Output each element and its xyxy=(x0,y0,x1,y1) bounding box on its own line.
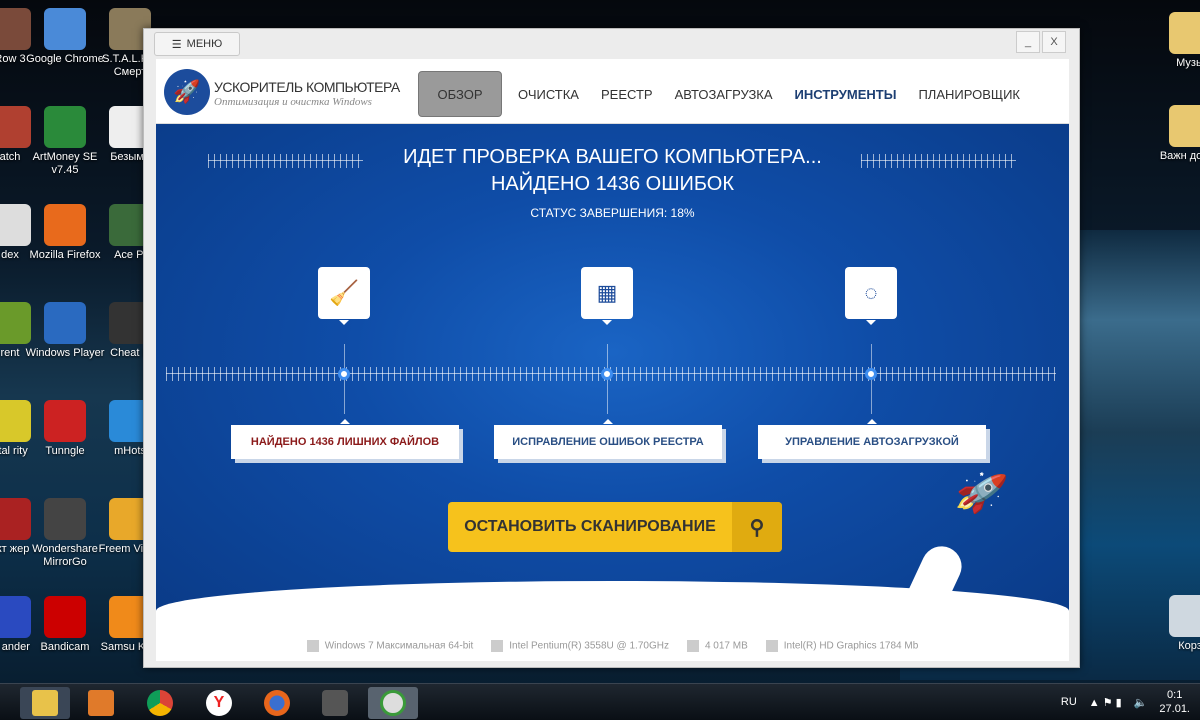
windows-icon xyxy=(306,640,319,652)
gauge-icon xyxy=(380,690,406,716)
icon-label: Ace Pl xyxy=(114,249,146,261)
icon-label: Bandicam xyxy=(40,641,90,653)
gpu-icon xyxy=(765,640,778,652)
desktop-icon-documents[interactable]: Важн докум xyxy=(1150,105,1200,163)
player-icon xyxy=(88,690,114,716)
icon-label: Корз xyxy=(1178,640,1200,652)
close-button[interactable]: X xyxy=(1042,31,1066,53)
app-icon xyxy=(44,498,86,540)
step-label-registry: ИСПРАВЛЕНИЕ ОШИБОК РЕЕСТРА xyxy=(494,419,722,459)
language-indicator[interactable]: RU xyxy=(1061,696,1077,708)
registry-icon: ▦ xyxy=(581,267,633,325)
icon-label: Музы xyxy=(1176,57,1200,69)
brand-subtitle: Оптимизация и очистка Windows xyxy=(214,96,372,108)
app-icon xyxy=(44,302,86,344)
icon-label: Tunngle xyxy=(45,445,85,457)
clock[interactable]: 0:1 27.01. xyxy=(1159,688,1190,716)
step-dot xyxy=(865,368,877,380)
system-info: Windows 7 Максимальная 64-bit Intel Pent… xyxy=(156,631,1069,661)
icon-label: ArtMoney SE v7.45 xyxy=(32,151,98,176)
ram-text: 4 017 MB xyxy=(704,640,748,652)
app-window: ☰ МЕНЮ _ X 🚀 УСКОРИТЕЛЬ КОМПЬЮТЕРА Оптими… xyxy=(143,28,1080,668)
desktop-icon-recycle-bin[interactable]: Корз xyxy=(1150,595,1200,653)
tab-registry[interactable]: РЕЕСТР xyxy=(601,87,653,102)
broom-icon: 🧹 xyxy=(318,267,370,325)
icon-label: Row 3 xyxy=(0,53,26,65)
tab-startup[interactable]: АВТОЗАГРУЗКА xyxy=(675,87,773,102)
time: 0:1 xyxy=(1167,689,1183,701)
icon-label: mHots xyxy=(114,445,146,457)
firefox-icon xyxy=(264,690,290,716)
icon-label: rent xyxy=(0,347,20,359)
taskbar-chrome[interactable] xyxy=(135,687,185,719)
stop-scan-label: ОСТАНОВИТЬ СКАНИРОВАНИЕ xyxy=(464,518,716,535)
folder-icon xyxy=(32,690,58,716)
taskbar: Y RU ▲ ⚑ ▮ 🔈 0:1 27.01. xyxy=(0,683,1200,720)
main-nav: ОБЗОР ОЧИСТКА РЕЕСТР АВТОЗАГРУЗКА ИНСТРУ… xyxy=(418,71,1042,117)
desktop-icon-music[interactable]: Музы xyxy=(1150,12,1200,70)
minimize-button[interactable]: _ xyxy=(1016,31,1040,53)
app-icon xyxy=(44,106,86,148)
errors-found: НАЙДЕНО 1436 ОШИБОК xyxy=(490,173,735,195)
network-icon[interactable]: ▲ ⚑ ▮ xyxy=(1089,696,1122,709)
cpu-text: Intel Pentium(R) 3558U @ 1.70GHz xyxy=(509,640,669,652)
date: 27.01. xyxy=(1159,703,1190,715)
taskbar-yandex[interactable]: Y xyxy=(194,687,244,719)
app-icon xyxy=(44,400,86,442)
hamburger-icon: ☰ xyxy=(171,38,182,51)
icon-label: atch xyxy=(0,151,21,163)
tab-scheduler[interactable]: ПЛАНИРОВЩИК xyxy=(918,87,1020,102)
os-text: Windows 7 Максимальная 64-bit xyxy=(324,640,474,652)
taskbar-explorer[interactable] xyxy=(20,687,70,719)
rocket-logo-icon: 🚀 xyxy=(164,69,210,115)
step-label-files: НАЙДЕНО 1436 ЛИШНИХ ФАЙЛОВ xyxy=(231,419,459,459)
app-icon xyxy=(44,596,86,638)
search-icon: ⚲ xyxy=(732,502,782,552)
icon-label: Wondershare MirrorGo xyxy=(32,543,98,568)
app-header: 🚀 УСКОРИТЕЛЬ КОМПЬЮТЕРА Оптимизация и оч… xyxy=(156,59,1069,124)
step-label-startup: УПРАВЛЕНИЕ АВТОЗАГРУЗКОЙ xyxy=(758,419,986,459)
menu-label: МЕНЮ xyxy=(186,38,223,50)
os-info: Windows 7 Максимальная 64-bit xyxy=(306,640,474,652)
tab-overview[interactable]: ОБЗОР xyxy=(418,71,502,117)
step-dot xyxy=(601,368,613,380)
yandex-icon: Y xyxy=(206,690,232,716)
icon-label: otal rity xyxy=(0,445,28,457)
step-dot xyxy=(338,368,350,380)
icon-label: Важн докум xyxy=(1159,150,1200,162)
taskbar-mirrorgo[interactable] xyxy=(310,687,360,719)
taskbar-pc-accelerator[interactable] xyxy=(368,687,418,719)
app-icon xyxy=(44,204,86,246)
rocket-icon: 🚀 xyxy=(952,467,1010,519)
cpu-icon xyxy=(491,640,504,652)
mirrorgo-icon xyxy=(322,690,348,716)
completion-status: СТАТУС ЗАВЕРШЕНИЯ: 18% xyxy=(530,206,695,220)
app-icon xyxy=(44,8,86,50)
gpu-text: Intel(R) HD Graphics 1784 Mb xyxy=(783,640,919,652)
tab-cleanup[interactable]: ОЧИСТКА xyxy=(518,87,579,102)
taskbar-media-player[interactable] xyxy=(76,687,126,719)
ram-icon xyxy=(686,640,699,652)
volume-icon[interactable]: 🔈 xyxy=(1134,696,1148,709)
chrome-icon xyxy=(147,690,173,716)
stop-scan-button[interactable]: ОСТАНОВИТЬ СКАНИРОВАНИЕ ⚲ xyxy=(448,502,782,552)
loading-icon: ◌ xyxy=(845,267,897,325)
gpu-info: Intel(R) HD Graphics 1784 Mb xyxy=(765,640,919,652)
scan-panel: ИДЕТ ПРОВЕРКА ВАШЕГО КОМПЬЮТЕРА... НАЙДЕ… xyxy=(156,124,1069,631)
ram-info: 4 017 MB xyxy=(686,640,748,652)
icon-label: dex xyxy=(1,249,19,261)
tab-tools[interactable]: ИНСТРУМЕНТЫ xyxy=(795,87,897,102)
menu-button[interactable]: ☰ МЕНЮ xyxy=(154,32,240,56)
taskbar-firefox[interactable] xyxy=(252,687,302,719)
system-tray: RU ▲ ⚑ ▮ 🔈 0:1 27.01. xyxy=(1061,688,1190,716)
brand-title: УСКОРИТЕЛЬ КОМПЬЮТЕРА xyxy=(214,79,400,95)
cpu-info: Intel Pentium(R) 3558U @ 1.70GHz xyxy=(491,640,669,652)
scan-title: ИДЕТ ПРОВЕРКА ВАШЕГО КОМПЬЮТЕРА... xyxy=(403,146,822,168)
